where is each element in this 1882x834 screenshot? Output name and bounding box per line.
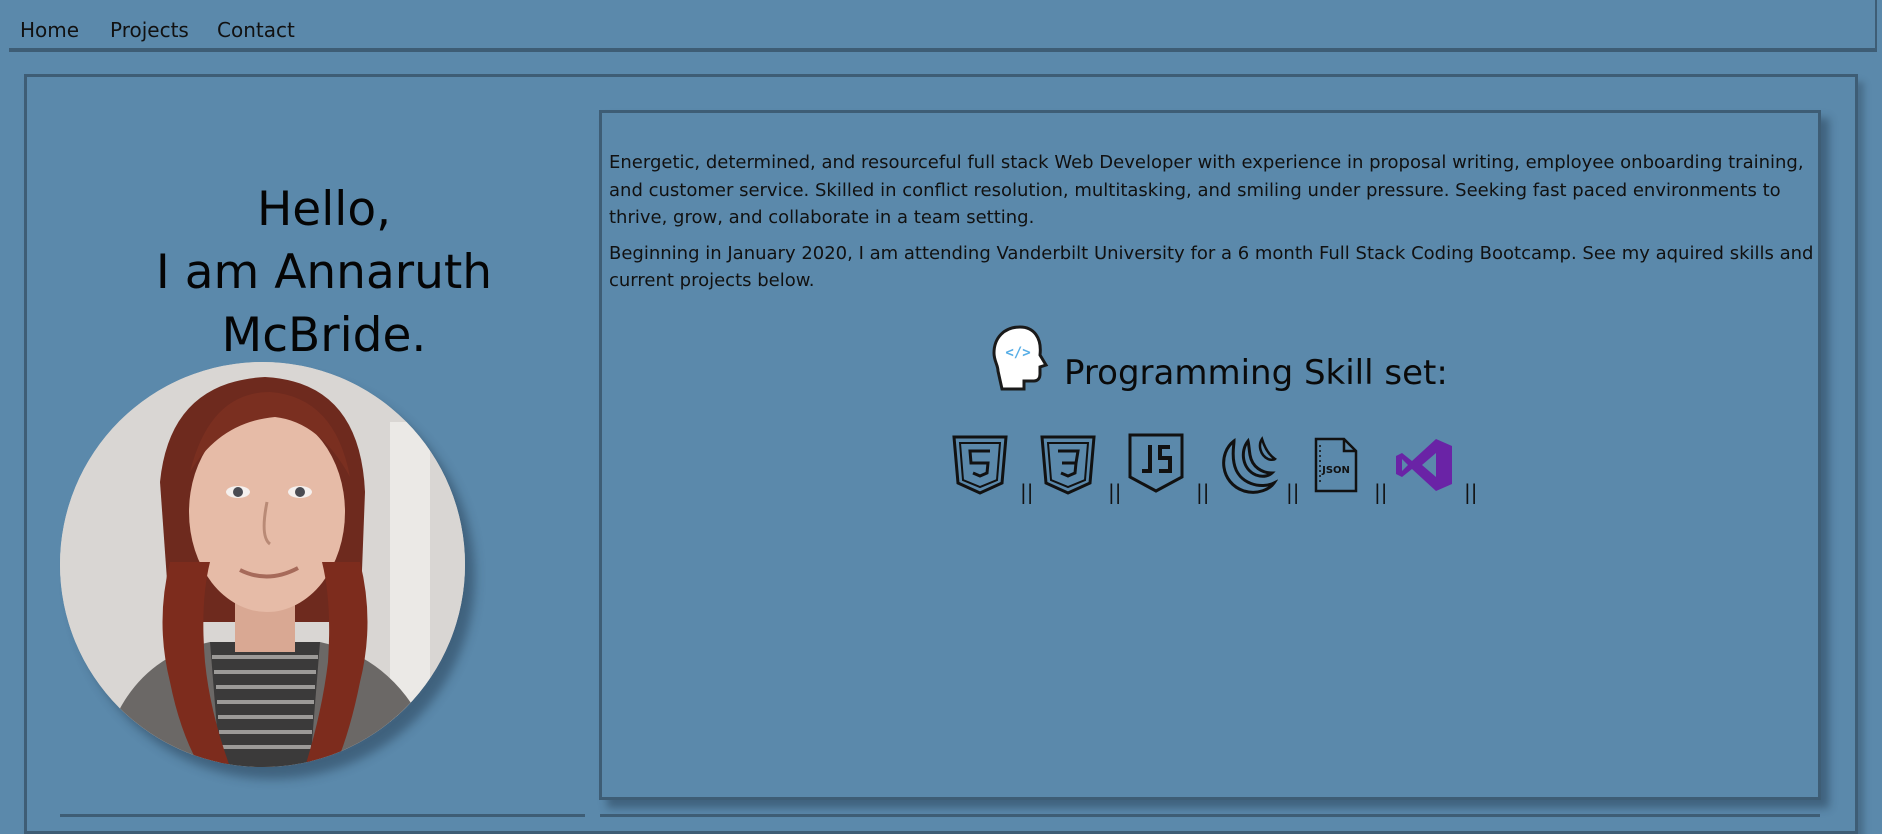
- skills-icons-row: || || || || JSON || ||: [950, 433, 1490, 504]
- skill-separator: ||: [1374, 480, 1388, 504]
- profile-photo-illustration: [60, 362, 465, 767]
- skill-separator: ||: [1196, 480, 1210, 504]
- nav-projects-link[interactable]: Projects: [110, 18, 189, 42]
- bio-paragraph-2: Beginning in January 2020, I am attendin…: [609, 242, 1814, 292]
- greeting-heading: Hello, I am Annaruth McBride.: [54, 178, 594, 367]
- javascript-icon: [1128, 433, 1184, 493]
- skills-title-text: Programming Skill set:: [1064, 353, 1448, 393]
- bio-text: Energetic, determined, and resourceful f…: [609, 149, 1819, 303]
- code-brain-icon: </>: [992, 325, 1049, 391]
- json-file-icon: JSON: [1314, 437, 1358, 493]
- top-nav: Home Projects Contact: [9, 0, 1877, 52]
- skill-separator: ||: [1108, 480, 1122, 504]
- about-panel: Energetic, determined, and resourceful f…: [599, 110, 1821, 800]
- profile-photo: [60, 362, 465, 767]
- skill-separator: ||: [1286, 480, 1300, 504]
- nav-contact-link[interactable]: Contact: [217, 18, 295, 42]
- visual-studio-icon: [1396, 439, 1452, 491]
- greeting-line-2: I am Annaruth McBride.: [155, 245, 493, 363]
- greeting-line-1: Hello,: [256, 182, 392, 237]
- html5-icon: [952, 435, 1008, 495]
- nav-home-link[interactable]: Home: [20, 18, 79, 42]
- next-section-right-border: [600, 814, 1820, 817]
- css3-icon: [1040, 435, 1096, 495]
- svg-text:</>: </>: [1005, 345, 1030, 361]
- next-section-left-border: [60, 814, 585, 817]
- json-file-label: JSON: [1321, 465, 1350, 476]
- jquery-icon: [1222, 436, 1278, 494]
- skill-separator: ||: [1464, 480, 1478, 504]
- skills-heading: </> Programming Skill set:: [990, 323, 1448, 393]
- skill-separator: ||: [1020, 480, 1034, 504]
- bio-paragraph-1: Energetic, determined, and resourceful f…: [609, 152, 1804, 228]
